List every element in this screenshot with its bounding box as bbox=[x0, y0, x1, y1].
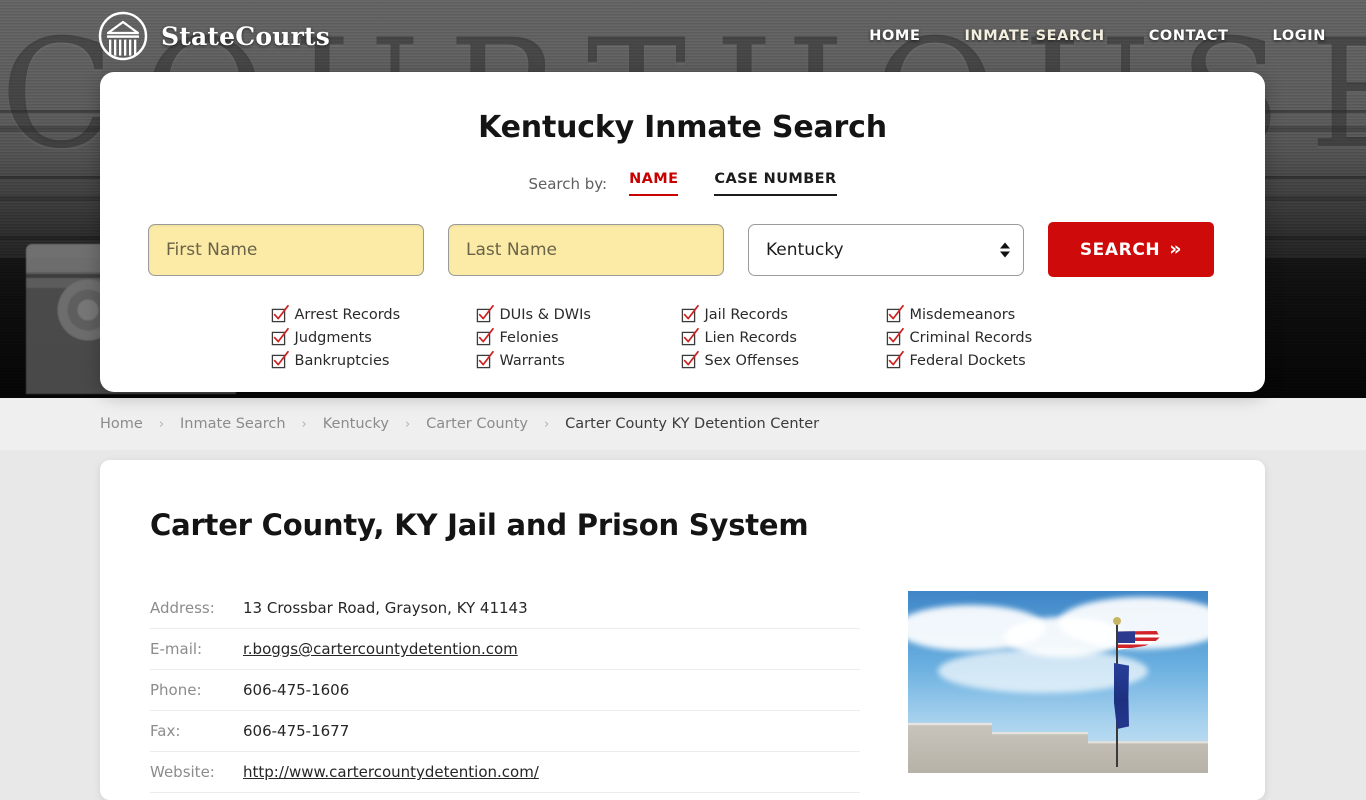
search-form-row: Kentucky SEARCH » bbox=[148, 222, 1217, 277]
courthouse-circle-icon bbox=[98, 11, 148, 61]
breadcrumb-item-home[interactable]: Home bbox=[100, 416, 143, 432]
facility-details-table: Address: 13 Crossbar Road, Grayson, KY 4… bbox=[150, 588, 860, 793]
table-row: E-mail: r.boggs@cartercountydetention.co… bbox=[150, 629, 860, 670]
breadcrumb-separator-icon: › bbox=[301, 416, 307, 432]
checkbox-label: Arrest Records bbox=[294, 307, 401, 323]
checked-checkbox-icon bbox=[476, 350, 494, 368]
checkbox-label: DUIs & DWIs bbox=[499, 307, 591, 323]
checkbox-sex-offenses[interactable]: Sex Offenses bbox=[681, 350, 888, 369]
brand-name: StateCourts bbox=[161, 21, 330, 51]
checkbox-felonies[interactable]: Felonies bbox=[476, 327, 683, 346]
checkbox-label: Judgments bbox=[294, 330, 372, 346]
detention-center-photo bbox=[908, 591, 1208, 773]
breadcrumb-item-current: Carter County KY Detention Center bbox=[565, 416, 820, 432]
website-link[interactable]: http://www.cartercountydetention.com/ bbox=[243, 763, 539, 781]
page-title: Carter County, KY Jail and Prison System bbox=[150, 508, 809, 542]
checked-checkbox-icon bbox=[886, 350, 904, 368]
detail-value-phone: 606-475-1606 bbox=[243, 681, 350, 699]
search-button[interactable]: SEARCH » bbox=[1048, 222, 1214, 277]
inmate-search-panel: Kentucky Inmate Search Search by: NAME C… bbox=[100, 72, 1265, 392]
table-row: Fax: 606-475-1677 bbox=[150, 711, 860, 752]
checkbox-lien-records[interactable]: Lien Records bbox=[681, 327, 888, 346]
detail-value-address: 13 Crossbar Road, Grayson, KY 41143 bbox=[243, 599, 528, 617]
tab-search-by-name[interactable]: NAME bbox=[629, 171, 679, 196]
detail-label: E-mail: bbox=[150, 640, 203, 658]
checked-checkbox-icon bbox=[886, 327, 904, 345]
email-link[interactable]: r.boggs@cartercountydetention.com bbox=[243, 640, 518, 658]
state-select-wrapper: Kentucky bbox=[748, 223, 1024, 276]
checked-checkbox-icon bbox=[271, 350, 289, 368]
checked-checkbox-icon bbox=[476, 327, 494, 345]
record-type-checkbox-grid: Arrest Records DUIs & DWIs Jail Records … bbox=[148, 304, 1217, 369]
checked-checkbox-icon bbox=[271, 327, 289, 345]
state-select[interactable]: Kentucky bbox=[748, 223, 1024, 276]
checkbox-federal-dockets[interactable]: Federal Dockets bbox=[886, 350, 1093, 369]
table-row: Phone: 606-475-1606 bbox=[150, 670, 860, 711]
checkbox-label: Warrants bbox=[499, 353, 565, 369]
breadcrumb-separator-icon: › bbox=[543, 416, 550, 432]
search-by-row: Search by: NAME CASE NUMBER bbox=[148, 171, 1217, 196]
detail-label: Address: bbox=[150, 599, 215, 617]
first-name-input[interactable] bbox=[148, 223, 424, 276]
search-button-label: SEARCH bbox=[1079, 239, 1161, 260]
checked-checkbox-icon bbox=[476, 304, 494, 322]
checked-checkbox-icon bbox=[681, 327, 699, 345]
detail-label: Phone: bbox=[150, 681, 202, 699]
checkbox-arrest-records[interactable]: Arrest Records bbox=[271, 304, 478, 323]
breadcrumb-separator-icon: › bbox=[158, 416, 165, 432]
tab-search-by-case-number[interactable]: CASE NUMBER bbox=[714, 171, 837, 196]
checkbox-label: Jail Records bbox=[704, 307, 788, 323]
flagpole-finial bbox=[1113, 617, 1121, 625]
breadcrumb-item-carter-county[interactable]: Carter County bbox=[426, 416, 528, 432]
detail-label: Fax: bbox=[150, 722, 181, 740]
breadcrumb-item-kentucky[interactable]: Kentucky bbox=[323, 416, 389, 432]
facility-info-wrapper: Address: 13 Crossbar Road, Grayson, KY 4… bbox=[150, 588, 1215, 793]
checkbox-jail-records[interactable]: Jail Records bbox=[681, 304, 888, 323]
detail-value-fax: 606-475-1677 bbox=[243, 722, 350, 740]
checkbox-label: Federal Dockets bbox=[909, 353, 1026, 369]
last-name-input[interactable] bbox=[448, 223, 724, 276]
checkbox-label: Sex Offenses bbox=[704, 353, 800, 369]
detail-value-website: http://www.cartercountydetention.com/ bbox=[243, 752, 860, 793]
top-navigation-bar: StateCourts HOME INMATE SEARCH CONTACT L… bbox=[0, 0, 1366, 72]
checkbox-warrants[interactable]: Warrants bbox=[476, 350, 683, 369]
double-chevron-right-icon: » bbox=[1169, 238, 1183, 260]
nav-item-login[interactable]: LOGIN bbox=[1273, 28, 1326, 44]
checkbox-misdemeanors[interactable]: Misdemeanors bbox=[886, 304, 1093, 323]
checkbox-label: Criminal Records bbox=[909, 330, 1033, 346]
checkbox-duis-dwis[interactable]: DUIs & DWIs bbox=[476, 304, 683, 323]
checked-checkbox-icon bbox=[681, 350, 699, 368]
search-panel-title: Kentucky Inmate Search bbox=[478, 110, 887, 145]
search-by-label: Search by: bbox=[528, 174, 608, 193]
checkbox-criminal-records[interactable]: Criminal Records bbox=[886, 327, 1093, 346]
checkbox-label: Misdemeanors bbox=[909, 307, 1016, 323]
checked-checkbox-icon bbox=[886, 304, 904, 322]
checkbox-label: Bankruptcies bbox=[294, 353, 390, 369]
nav-item-contact[interactable]: CONTACT bbox=[1149, 28, 1229, 44]
facility-detail-card: Carter County, KY Jail and Prison System… bbox=[100, 460, 1265, 800]
checked-checkbox-icon bbox=[271, 304, 289, 322]
nav-item-home[interactable]: HOME bbox=[869, 28, 920, 44]
checkbox-judgments[interactable]: Judgments bbox=[271, 327, 478, 346]
detail-value-email: r.boggs@cartercountydetention.com bbox=[243, 629, 860, 670]
breadcrumb-separator-icon: › bbox=[404, 416, 411, 432]
state-flag-icon bbox=[1114, 663, 1129, 729]
checkbox-bankruptcies[interactable]: Bankruptcies bbox=[271, 350, 478, 369]
nav-item-inmate-search[interactable]: INMATE SEARCH bbox=[964, 28, 1104, 44]
table-row: Address: 13 Crossbar Road, Grayson, KY 4… bbox=[150, 588, 860, 629]
checkbox-label: Lien Records bbox=[704, 330, 797, 346]
breadcrumb: Home › Inmate Search › Kentucky › Carter… bbox=[0, 398, 1366, 450]
detail-label: Website: bbox=[150, 763, 215, 781]
building-shape bbox=[908, 722, 1208, 773]
table-row: Website: http://www.cartercountydetentio… bbox=[150, 752, 860, 793]
breadcrumb-item-inmate-search[interactable]: Inmate Search bbox=[180, 416, 286, 432]
brand-logo[interactable]: StateCourts bbox=[98, 11, 330, 61]
checked-checkbox-icon bbox=[681, 304, 699, 322]
main-nav: HOME INMATE SEARCH CONTACT LOGIN bbox=[869, 28, 1326, 44]
checkbox-label: Felonies bbox=[499, 330, 559, 346]
